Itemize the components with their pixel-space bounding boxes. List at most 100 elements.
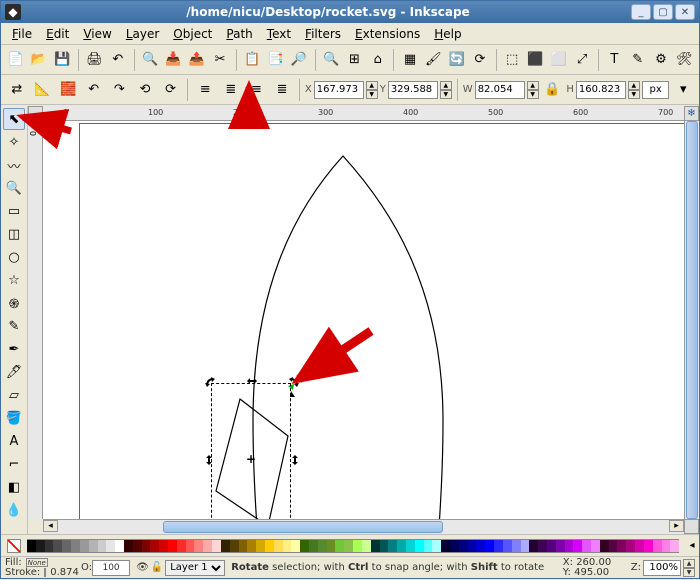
- opacity-field[interactable]: 100: [92, 560, 130, 576]
- swatch[interactable]: [318, 539, 327, 553]
- swatch[interactable]: [503, 539, 512, 553]
- coord-x-stepper[interactable]: ▲▼: [366, 81, 378, 99]
- coord-y-stepper[interactable]: ▲▼: [440, 81, 452, 99]
- eraser-tool[interactable]: ▱: [3, 384, 25, 406]
- rotation-center[interactable]: +: [246, 452, 256, 466]
- fill-stroke-indicator[interactable]: Fill: None Stroke: 0.874: [1, 558, 81, 578]
- swatch[interactable]: [582, 539, 591, 553]
- layer-visibility-icon[interactable]: 👁: [136, 562, 149, 573]
- swatch[interactable]: [424, 539, 433, 553]
- menu-layer[interactable]: Layer: [119, 25, 166, 43]
- swatch[interactable]: [626, 539, 635, 553]
- swatch[interactable]: [186, 539, 195, 553]
- toolbar-btn-7[interactable]: 📤: [186, 48, 207, 72]
- swatch[interactable]: [256, 539, 265, 553]
- palette-menu-button[interactable]: ◂: [685, 540, 699, 551]
- rot-handle-tr[interactable]: [289, 377, 297, 385]
- swatch[interactable]: [653, 539, 662, 553]
- swatch[interactable]: [468, 539, 477, 553]
- align-btn-0[interactable]: ≡: [193, 78, 217, 102]
- swatch[interactable]: [450, 539, 459, 553]
- ctrl-btn-4[interactable]: ↷: [108, 78, 132, 102]
- swatch[interactable]: [283, 539, 292, 553]
- coord-x-input[interactable]: [314, 81, 364, 99]
- toolbar-btn-17[interactable]: 🔄: [446, 48, 467, 72]
- swatch[interactable]: [380, 539, 389, 553]
- zoom-input[interactable]: [643, 560, 681, 576]
- close-button[interactable]: ✕: [675, 4, 695, 20]
- menu-path[interactable]: Path: [219, 25, 259, 43]
- swatch[interactable]: [344, 539, 353, 553]
- toolbar-btn-14[interactable]: ⌂: [367, 48, 388, 72]
- swatch[interactable]: [644, 539, 653, 553]
- swatch[interactable]: [415, 539, 424, 553]
- swatch[interactable]: [291, 539, 300, 553]
- minimize-button[interactable]: _: [631, 4, 651, 20]
- ctrl-btn-2[interactable]: 🧱: [56, 78, 80, 102]
- bezier-tool[interactable]: ✒: [3, 338, 25, 360]
- maximize-button[interactable]: ▢: [653, 4, 673, 20]
- toolbar-btn-10[interactable]: 📑: [265, 48, 286, 72]
- menu-help[interactable]: Help: [427, 25, 468, 43]
- scroll-h-thumb[interactable]: [163, 521, 443, 533]
- ctrl-btn-6[interactable]: ⟳: [159, 78, 183, 102]
- swatch[interactable]: [212, 539, 221, 553]
- swatch[interactable]: [327, 539, 336, 553]
- calligraphy-tool[interactable]: 🖊: [3, 361, 25, 383]
- zoom-tool[interactable]: 🔍: [3, 177, 25, 199]
- menu-object[interactable]: Object: [166, 25, 219, 43]
- menu-text[interactable]: Text: [260, 25, 298, 43]
- swatch[interactable]: [98, 539, 107, 553]
- swatch[interactable]: [547, 539, 556, 553]
- swatch[interactable]: [247, 539, 256, 553]
- toolbar-btn-22[interactable]: ⤢: [571, 48, 592, 72]
- swatch[interactable]: [159, 539, 168, 553]
- selector-tool[interactable]: ⬉: [3, 108, 25, 130]
- scroll-left-button[interactable]: ◂: [43, 520, 58, 532]
- swatch[interactable]: [521, 539, 530, 553]
- swatch[interactable]: [494, 539, 503, 553]
- no-color-swatch[interactable]: [7, 539, 21, 553]
- toolbar-overflow[interactable]: ▾: [671, 78, 695, 102]
- toolbar-btn-8[interactable]: ✂: [209, 48, 230, 72]
- fill-tool[interactable]: 🪣: [3, 407, 25, 429]
- toolbar-btn-20[interactable]: ⬛: [525, 48, 546, 72]
- tweak-tool[interactable]: 〰: [3, 154, 25, 176]
- scroll-v-thumb[interactable]: [686, 121, 698, 519]
- swatch[interactable]: [670, 539, 679, 553]
- height-input[interactable]: [576, 81, 626, 99]
- toolbar-btn-11[interactable]: 🔎: [288, 48, 309, 72]
- swatch[interactable]: [89, 539, 98, 553]
- spiral-tool[interactable]: ֍: [3, 292, 25, 314]
- swatch[interactable]: [635, 539, 644, 553]
- fill-chip[interactable]: None: [26, 558, 48, 567]
- swatch[interactable]: [397, 539, 406, 553]
- 3dbox-tool[interactable]: ◫: [3, 223, 25, 245]
- swatch[interactable]: [274, 539, 283, 553]
- swatch[interactable]: [538, 539, 547, 553]
- swatch[interactable]: [565, 539, 574, 553]
- zoom-stepper[interactable]: ▲▼: [683, 559, 695, 577]
- swatch[interactable]: [388, 539, 397, 553]
- rot-handle-tl[interactable]: [205, 377, 213, 385]
- ruler-origin[interactable]: [28, 106, 43, 121]
- scrollbar-vertical[interactable]: [684, 121, 699, 519]
- coord-y-input[interactable]: [388, 81, 438, 99]
- swatch[interactable]: [609, 539, 618, 553]
- swatch[interactable]: [362, 539, 371, 553]
- swatch[interactable]: [476, 539, 485, 553]
- toolbar-btn-1[interactable]: 📂: [28, 48, 49, 72]
- swatch[interactable]: [353, 539, 362, 553]
- connector-tool[interactable]: ⌐: [3, 453, 25, 475]
- align-btn-2[interactable]: ≡: [245, 78, 269, 102]
- swatch[interactable]: [168, 539, 177, 553]
- layer-selector[interactable]: Layer 1: [165, 560, 225, 576]
- toolbar-btn-9[interactable]: 📋: [242, 48, 263, 72]
- stroke-chip[interactable]: [44, 568, 46, 577]
- swatch[interactable]: [106, 539, 115, 553]
- toolbar-btn-21[interactable]: ⬜: [548, 48, 569, 72]
- swatch[interactable]: [177, 539, 186, 553]
- swatch[interactable]: [142, 539, 151, 553]
- toolbar-btn-6[interactable]: 📥: [163, 48, 184, 72]
- swatch[interactable]: [230, 539, 239, 553]
